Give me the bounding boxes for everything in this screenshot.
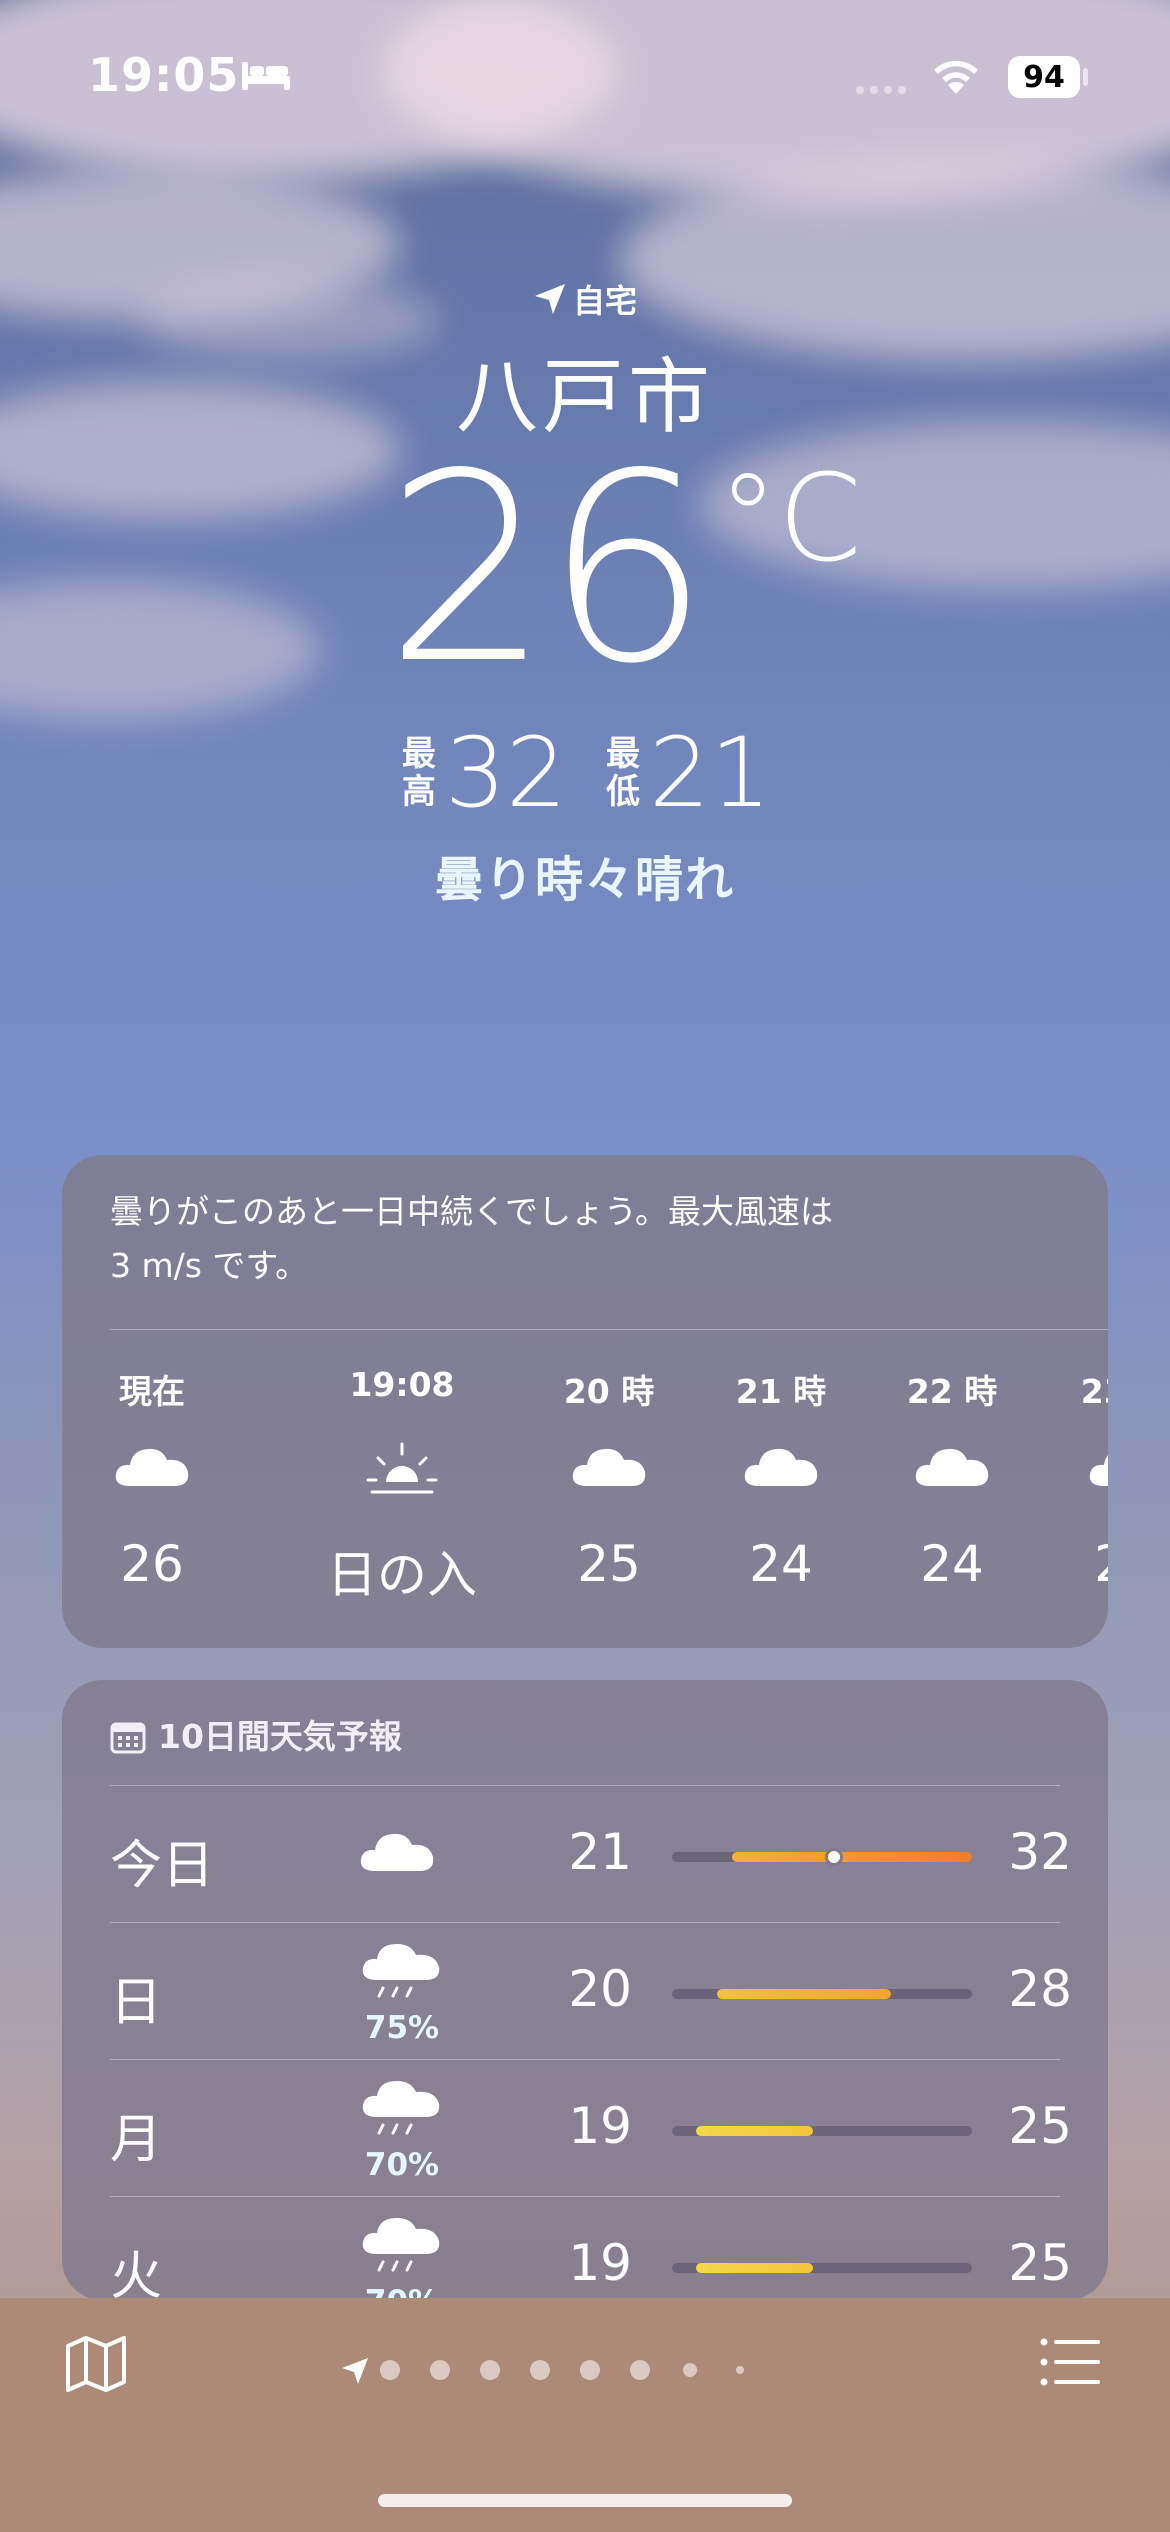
row-divider bbox=[110, 1785, 1060, 1786]
battery-tip bbox=[1083, 68, 1088, 86]
home-indicator bbox=[378, 2494, 792, 2507]
low-temp: 21 bbox=[568, 1823, 632, 1881]
temp-range-fill bbox=[732, 1852, 972, 1862]
location-arrow-icon bbox=[534, 284, 565, 314]
hour-value: 24 bbox=[1036, 1535, 1108, 1593]
hour-time: 現在 bbox=[119, 1372, 185, 1411]
page-indicator[interactable] bbox=[340, 2350, 840, 2390]
page-dot[interactable] bbox=[683, 2363, 697, 2377]
high-temperature: 最高 32 bbox=[399, 725, 567, 821]
low-temp: 20 bbox=[568, 1960, 632, 2018]
day-label: 火 bbox=[110, 2247, 163, 2300]
low-label: 最低 bbox=[606, 734, 640, 812]
forecast-summary: 曇りがこのあと一日中続くでしょう。最大風速は 3 m/s です。 bbox=[110, 1185, 1010, 1293]
page-dot[interactable] bbox=[580, 2360, 600, 2380]
daily-row[interactable]: 月 70% 19 25 bbox=[62, 2059, 1108, 2196]
low-temperature: 最低 21 bbox=[603, 725, 771, 821]
list-icon[interactable] bbox=[1040, 2338, 1102, 2386]
cloud-icon bbox=[741, 1440, 821, 1500]
ten-day-title-text: 10日間天気予報 bbox=[158, 1717, 402, 1756]
daily-row[interactable]: 日 75% 20 28 bbox=[62, 1922, 1108, 2059]
cloud-icon bbox=[912, 1440, 992, 1500]
current-location-page-icon[interactable] bbox=[340, 2356, 370, 2386]
low-temp: 19 bbox=[568, 2234, 632, 2292]
daily-row[interactable]: 火70%1925 bbox=[62, 2196, 1108, 2300]
ten-day-title: 10日間天気予報 bbox=[110, 1710, 402, 1758]
temp-range-fill bbox=[717, 1989, 891, 1999]
cloud-icon bbox=[1086, 1440, 1108, 1500]
precip-chance: 70% bbox=[364, 2147, 440, 2183]
ten-day-forecast-card[interactable]: 10日間天気予報 今日2132日75%2028月70%1925火70%1925 bbox=[62, 1680, 1108, 2300]
location-home-label: 自宅 bbox=[0, 276, 1170, 322]
hour-value: 24 bbox=[749, 1535, 813, 1593]
page-dot[interactable] bbox=[630, 2360, 650, 2380]
cloud-icon bbox=[569, 1440, 649, 1500]
hour-time: 20 時 bbox=[563, 1372, 655, 1411]
day-label: 今日 bbox=[110, 1836, 215, 1896]
page-dot[interactable] bbox=[480, 2360, 500, 2380]
rain-icon bbox=[357, 2077, 447, 2147]
status-time: 19:05 bbox=[88, 48, 240, 102]
sunset-icon bbox=[362, 1440, 442, 1500]
high-label: 最高 bbox=[401, 734, 436, 812]
battery-indicator: 94 bbox=[1008, 56, 1080, 98]
cloud-icon bbox=[112, 1440, 192, 1500]
hour-time: 22 時 bbox=[906, 1372, 998, 1411]
hour-value: 日の入 bbox=[327, 1546, 477, 1604]
page-dot[interactable] bbox=[430, 2360, 450, 2380]
status-bar: 19:05 94 bbox=[0, 0, 1170, 150]
high-temp: 28 bbox=[1008, 1960, 1072, 2018]
hour-value: 26 bbox=[120, 1535, 184, 1593]
map-icon[interactable] bbox=[64, 2334, 128, 2394]
hour-time: 19:08 bbox=[349, 1365, 455, 1404]
rain-icon bbox=[357, 1940, 447, 2010]
card-divider bbox=[110, 1329, 1108, 1330]
rain-icon bbox=[357, 2214, 447, 2284]
page-dot[interactable] bbox=[736, 2366, 744, 2374]
low-temp: 19 bbox=[568, 2097, 632, 2155]
temp-range-bar bbox=[672, 1989, 972, 1999]
cloud-icon bbox=[357, 1825, 447, 1879]
low-value: 21 bbox=[649, 717, 772, 829]
calendar-icon bbox=[110, 1722, 146, 1754]
current-temperature: 26 bbox=[385, 419, 710, 721]
summary-line-1: 曇りがこのあと一日中続くでしょう。最大風速は bbox=[110, 1192, 834, 1231]
high-temp: 25 bbox=[1008, 2097, 1072, 2155]
temperature-unit: °C bbox=[718, 450, 862, 589]
summary-line-2: 3 m/s です。 bbox=[110, 1246, 309, 1285]
high-temp: 32 bbox=[1008, 1823, 1072, 1881]
row-divider bbox=[110, 2196, 1060, 2197]
wifi-icon bbox=[934, 60, 978, 94]
high-value: 32 bbox=[444, 717, 567, 829]
day-label: 月 bbox=[110, 2110, 163, 2170]
day-label: 日 bbox=[110, 1973, 163, 2033]
precip-chance: 75% bbox=[364, 2010, 440, 2046]
row-divider bbox=[110, 2059, 1060, 2060]
temp-range-fill bbox=[696, 2263, 813, 2273]
temp-range-bar bbox=[672, 1848, 972, 1866]
hour-value: 24 bbox=[920, 1535, 984, 1593]
temp-range-bar bbox=[672, 2126, 972, 2136]
sleep-bed-icon bbox=[242, 62, 290, 90]
temp-range-bar bbox=[672, 2263, 972, 2273]
home-text: 自宅 bbox=[572, 282, 637, 320]
hour-value: 25 bbox=[577, 1535, 641, 1593]
weather-condition: 曇り時々晴れ bbox=[434, 852, 735, 908]
page-dot[interactable] bbox=[380, 2360, 400, 2380]
high-low: 最高 32 最低 21 bbox=[0, 725, 1170, 821]
hour-time: 23 時 bbox=[1080, 1372, 1108, 1411]
daily-row[interactable]: 今日 21 32 bbox=[62, 1785, 1108, 1922]
hour-time: 21 時 bbox=[735, 1372, 827, 1411]
current-temp-dot bbox=[825, 1848, 843, 1866]
high-temp: 25 bbox=[1008, 2234, 1072, 2292]
temp-range-fill bbox=[696, 2126, 813, 2136]
row-divider bbox=[110, 1922, 1060, 1923]
page-dot[interactable] bbox=[530, 2360, 550, 2380]
hourly-forecast-card[interactable]: 曇りがこのあと一日中続くでしょう。最大風速は 3 m/s です。 現在 26 19:… bbox=[62, 1155, 1108, 1648]
